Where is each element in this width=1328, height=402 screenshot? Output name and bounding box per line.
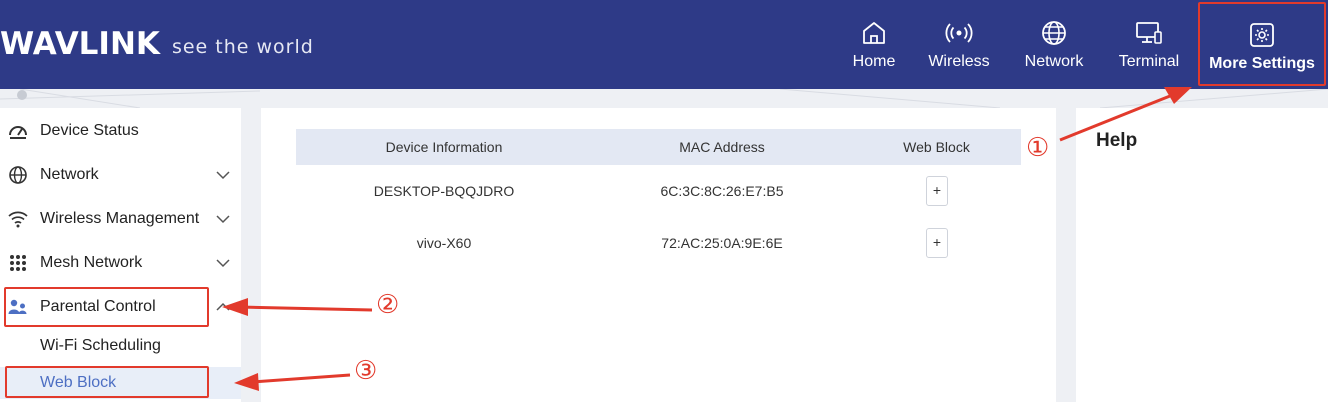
sidebar-item-label: Wireless Management xyxy=(40,210,200,227)
nav-network[interactable]: Network xyxy=(1018,0,1090,89)
sidebar-item-network[interactable]: Network xyxy=(0,153,241,197)
dashboard-icon xyxy=(9,126,27,139)
nav-home[interactable]: Home xyxy=(846,0,902,89)
brand-name: WAVLINK xyxy=(0,26,160,62)
help-title: Help xyxy=(1096,130,1138,151)
sidebar-item-label: Parental Control xyxy=(40,298,156,315)
chevron-down-icon[interactable] xyxy=(215,211,231,227)
device-table-header: Device Information MAC Address Web Block xyxy=(296,129,1021,165)
main-content: Device Information MAC Address Web Block… xyxy=(261,108,1056,402)
sidebar-item-wireless-management[interactable]: Wireless Management xyxy=(0,197,241,241)
nav-terminal-label: Terminal xyxy=(1118,53,1180,70)
nav-more-settings[interactable]: More Settings xyxy=(1198,2,1326,86)
column-header-web-block: Web Block xyxy=(903,139,970,155)
add-web-block-button[interactable]: + xyxy=(926,228,948,258)
settings-gear-icon xyxy=(1250,23,1274,47)
sidebar-item-label: Device Status xyxy=(40,122,139,139)
brand-tagline: see the world xyxy=(171,36,314,58)
device-name-cell: vivo-X60 xyxy=(416,235,472,251)
device-name-cell: DESKTOP-BQQJDRO xyxy=(373,183,515,199)
sidebar-subitem-web-block[interactable]: Web Block xyxy=(0,367,241,399)
sidebar-item-parental-control[interactable]: Parental Control xyxy=(0,285,241,329)
top-header: WAVLINK see the world Home Wireless Netw xyxy=(0,0,1328,89)
sidebar: Device Status Network Wireless Managemen… xyxy=(0,108,241,402)
chevron-up-icon[interactable] xyxy=(215,299,231,315)
nav-network-label: Network xyxy=(1024,53,1084,70)
mac-address-cell: 72:AC:25:0A:9E:6E xyxy=(661,235,783,251)
sidebar-item-mesh-network[interactable]: Mesh Network xyxy=(0,241,241,285)
column-header-device-information: Device Information xyxy=(385,139,503,155)
globe-icon xyxy=(9,166,27,184)
sidebar-subitem-label: Web Block xyxy=(40,374,117,391)
wifi-icon xyxy=(8,211,28,228)
parent-child-icon xyxy=(8,299,27,314)
sidebar-item-device-status[interactable]: Device Status xyxy=(0,109,241,153)
home-icon xyxy=(863,22,885,44)
chevron-down-icon[interactable] xyxy=(215,167,231,183)
chevron-down-icon[interactable] xyxy=(215,255,231,271)
nav-terminal[interactable]: Terminal xyxy=(1114,0,1184,89)
column-header-mac-address: MAC Address xyxy=(679,139,765,155)
nav-home-label: Home xyxy=(852,53,896,70)
add-web-block-button[interactable]: + xyxy=(926,176,948,206)
globe-icon xyxy=(1042,21,1066,45)
table-row: vivo-X60 72:AC:25:0A:9E:6E + xyxy=(296,217,1021,269)
mac-address-cell: 6C:3C:8C:26:E7:B5 xyxy=(660,183,784,199)
sidebar-item-label: Mesh Network xyxy=(40,254,143,271)
help-panel: Help xyxy=(1076,108,1328,402)
sidebar-subitem-wifi-scheduling[interactable]: Wi-Fi Scheduling xyxy=(0,330,241,362)
brand-logo[interactable]: WAVLINK see the world xyxy=(0,24,314,64)
table-row: DESKTOP-BQQJDRO 6C:3C:8C:26:E7:B5 + xyxy=(296,165,1021,217)
nav-wireless-label: Wireless xyxy=(928,53,990,70)
sidebar-item-label: Network xyxy=(40,166,99,183)
wireless-icon xyxy=(945,23,973,43)
nav-more-settings-label: More Settings xyxy=(1209,55,1315,72)
sidebar-subitem-label: Wi-Fi Scheduling xyxy=(40,337,161,354)
nav-wireless[interactable]: Wireless xyxy=(924,0,994,89)
monitor-icon xyxy=(1136,22,1162,44)
grid-dots-icon xyxy=(10,255,26,271)
